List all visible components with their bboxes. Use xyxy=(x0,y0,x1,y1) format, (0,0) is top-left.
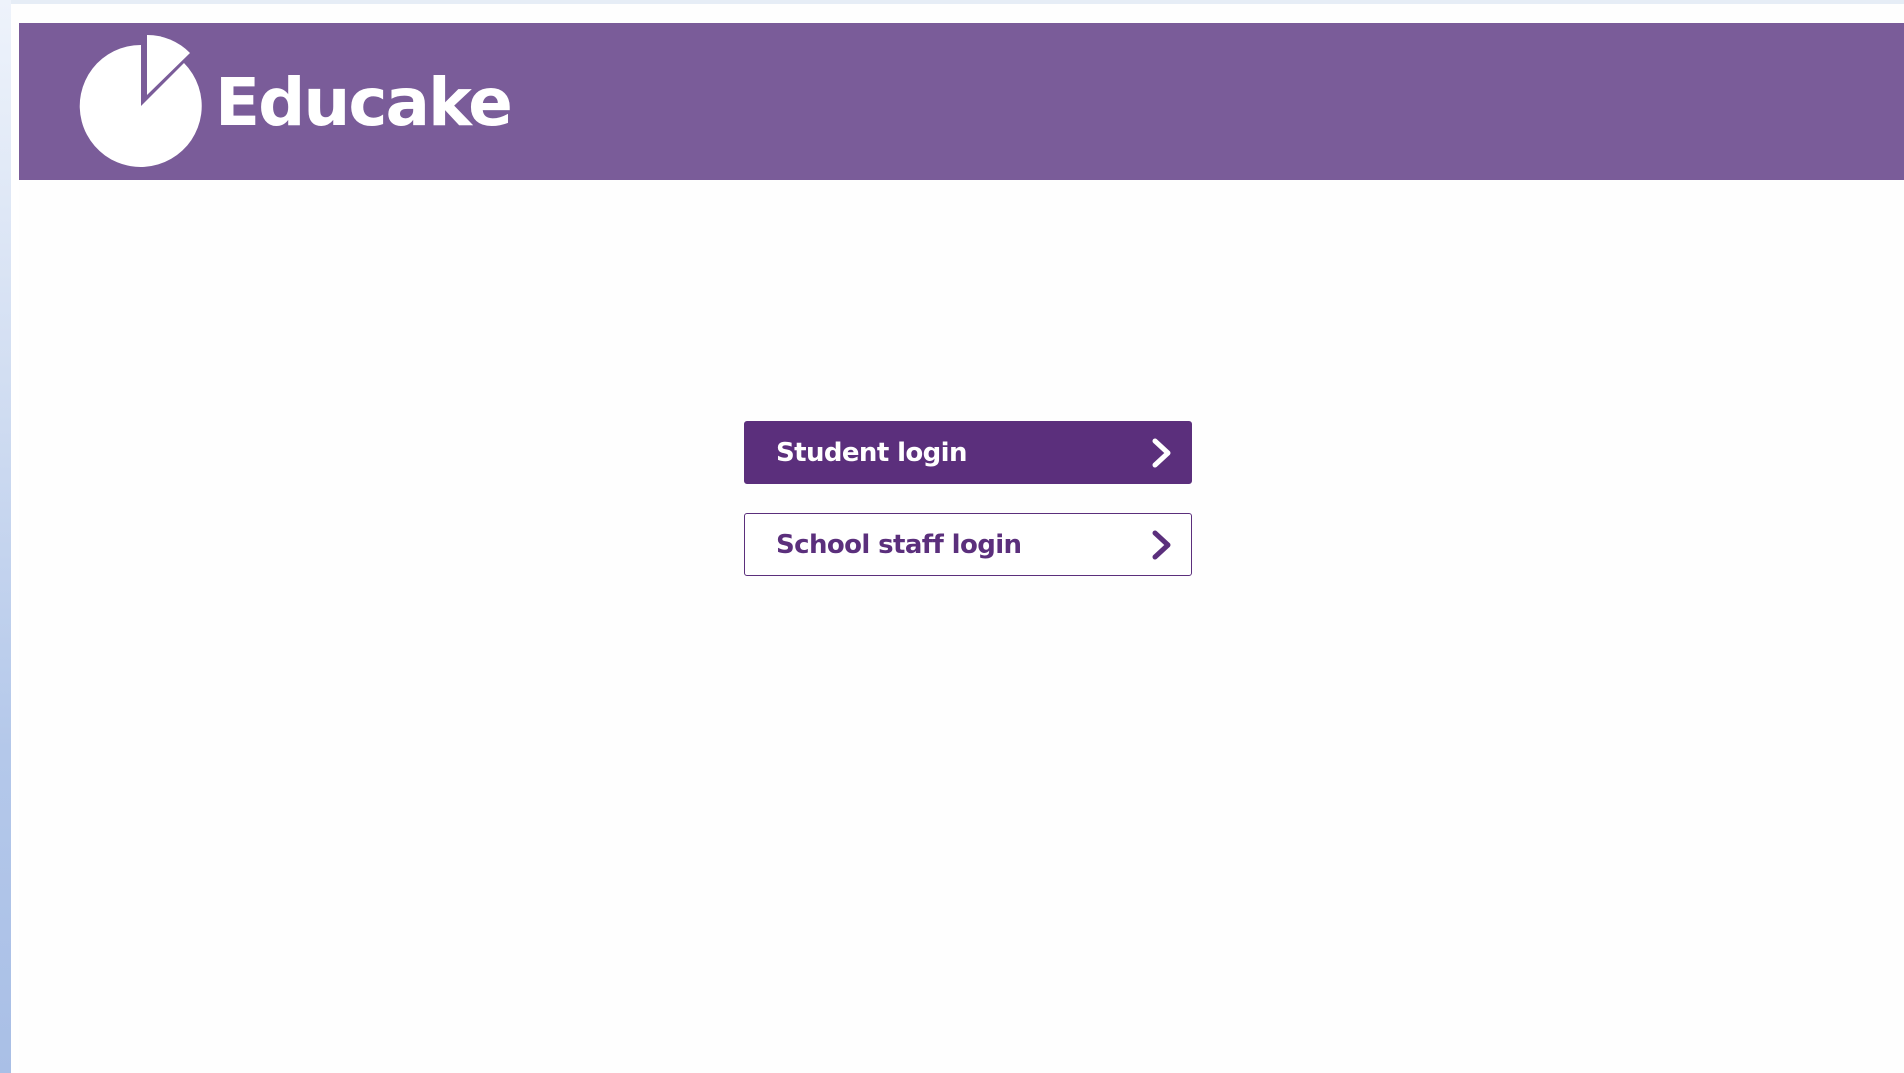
student-login-button[interactable]: Student login xyxy=(744,421,1192,484)
chevron-right-icon xyxy=(1152,438,1171,467)
staff-login-label: School staff login xyxy=(776,529,1022,560)
staff-login-button[interactable]: School staff login xyxy=(744,513,1192,576)
brand-name: Educake xyxy=(215,64,513,141)
window-left-edge xyxy=(0,0,11,1073)
student-login-label: Student login xyxy=(776,437,968,468)
pie-chart-icon xyxy=(79,35,202,167)
site-header: Educake xyxy=(19,23,1904,180)
brand-logo-link[interactable]: Educake xyxy=(77,35,513,167)
login-page: Educake Student login School staff login xyxy=(0,0,1904,1073)
chevron-right-icon xyxy=(1152,530,1171,559)
window-top-edge xyxy=(0,0,1904,4)
page-margin xyxy=(11,20,19,1073)
